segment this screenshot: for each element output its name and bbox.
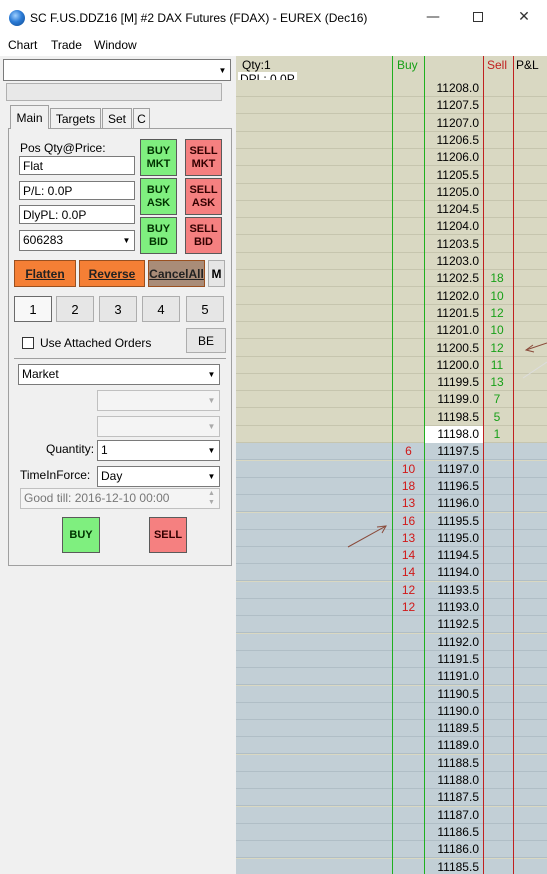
order-type-select[interactable]: Market ▼ bbox=[18, 364, 220, 385]
use-attached-orders-checkbox[interactable] bbox=[22, 337, 34, 349]
trade-window: ▼ Main Targets Set C Pos Qty@Price: Flat… bbox=[0, 56, 236, 874]
chevron-down-icon[interactable]: ▼ bbox=[204, 441, 219, 460]
buy-market-button[interactable]: BUY MKT bbox=[140, 139, 177, 176]
pos-qty-label: Pos Qty@Price: bbox=[20, 141, 106, 155]
symbol-select[interactable]: ▼ bbox=[3, 59, 231, 81]
sell-button[interactable]: SELL bbox=[149, 517, 187, 553]
order-type-value: Market bbox=[22, 367, 59, 381]
reverse-label: Reverse bbox=[88, 266, 136, 281]
be-button[interactable]: BE bbox=[186, 328, 226, 353]
use-attached-orders-label: Use Attached Orders bbox=[40, 336, 152, 350]
time-in-force-select[interactable]: Day ▼ bbox=[97, 466, 220, 487]
flatten-label: Flatten bbox=[25, 266, 65, 281]
quantity-value: 1 bbox=[101, 443, 108, 457]
tab-main[interactable]: Main bbox=[10, 105, 49, 129]
menu-window[interactable]: Window bbox=[94, 38, 137, 52]
pos-qty-field: Flat bbox=[19, 156, 135, 175]
chevron-down-icon[interactable]: ▼ bbox=[204, 467, 219, 486]
annotation-arrow bbox=[347, 525, 387, 548]
chevron-down-icon: ▼ bbox=[204, 391, 219, 410]
spinner-icon: ▲ ▼ bbox=[208, 490, 215, 506]
menu-bar: Chart Trade Window bbox=[0, 34, 547, 56]
quantity-label: Quantity: bbox=[46, 442, 95, 456]
flatten-button[interactable]: Flatten bbox=[14, 260, 76, 287]
buy-button[interactable]: BUY bbox=[62, 517, 100, 553]
price-2-select: ▼ bbox=[97, 416, 220, 437]
chevron-down-icon: ▼ bbox=[204, 417, 219, 436]
time-in-force-label: TimeInForce: bbox=[20, 468, 91, 482]
qty-preset-1[interactable]: 1 bbox=[14, 296, 52, 322]
daily-pl-field: DlyPL: 0.0P bbox=[19, 205, 135, 224]
time-in-force-value: Day bbox=[101, 469, 123, 483]
annotation-layer bbox=[347, 342, 547, 548]
sell-ask-button[interactable]: SELL ASK bbox=[185, 178, 222, 215]
qty-preset-2[interactable]: 2 bbox=[56, 296, 94, 322]
buy-ask-button[interactable]: BUY ASK bbox=[140, 178, 177, 215]
pl-field: P/L: 0.0P bbox=[19, 181, 135, 200]
window-title: SC F.US.DDZ16 [M] #2 DAX Futures (FDAX) … bbox=[30, 11, 368, 25]
buy-bid-button[interactable]: BUY BID bbox=[140, 217, 177, 254]
annotation-line bbox=[522, 361, 547, 379]
status-strip bbox=[6, 83, 222, 101]
chevron-down-icon[interactable]: ▼ bbox=[204, 365, 219, 384]
tab-targets[interactable]: Targets bbox=[50, 108, 101, 129]
account-select[interactable]: 606283 ▼ bbox=[19, 230, 135, 251]
chevron-down-icon[interactable]: ▼ bbox=[119, 231, 134, 250]
title-bar: SC F.US.DDZ16 [M] #2 DAX Futures (FDAX) … bbox=[0, 0, 547, 34]
app-globe-icon bbox=[9, 10, 25, 26]
chevron-down-icon[interactable]: ▼ bbox=[215, 60, 230, 80]
tab-c[interactable]: C bbox=[133, 108, 150, 129]
m-button[interactable]: M bbox=[208, 260, 225, 287]
reverse-button[interactable]: Reverse bbox=[79, 260, 145, 287]
sell-market-button[interactable]: SELL MKT bbox=[185, 139, 222, 176]
price-1-select: ▼ bbox=[97, 390, 220, 411]
dom-ladder: Qty:1 DPL: 0.0P Buy Sell P&L 11208.0 1120… bbox=[236, 56, 547, 874]
qty-preset-4[interactable]: 4 bbox=[142, 296, 180, 322]
cancel-all-button[interactable]: CancelAll bbox=[148, 260, 205, 287]
menu-chart[interactable]: Chart bbox=[8, 38, 37, 52]
sell-bid-button[interactable]: SELL BID bbox=[185, 217, 222, 254]
cancel-all-label: CancelAll bbox=[149, 266, 204, 281]
good-till-field: Good till: 2016-12-10 00:00 ▲ ▼ bbox=[20, 488, 220, 509]
divider bbox=[14, 358, 226, 359]
minimize-icon[interactable]: — bbox=[418, 6, 448, 28]
good-till-value: Good till: 2016-12-10 00:00 bbox=[24, 491, 170, 505]
maximize-icon[interactable] bbox=[463, 6, 493, 28]
close-icon[interactable]: ✕ bbox=[509, 6, 539, 28]
qty-preset-5[interactable]: 5 bbox=[186, 296, 224, 322]
menu-trade[interactable]: Trade bbox=[51, 38, 82, 52]
annotation-arrow bbox=[525, 342, 547, 351]
tab-set[interactable]: Set bbox=[102, 108, 132, 129]
account-value: 606283 bbox=[23, 233, 64, 247]
qty-preset-3[interactable]: 3 bbox=[99, 296, 137, 322]
quantity-select[interactable]: 1 ▼ bbox=[97, 440, 220, 461]
